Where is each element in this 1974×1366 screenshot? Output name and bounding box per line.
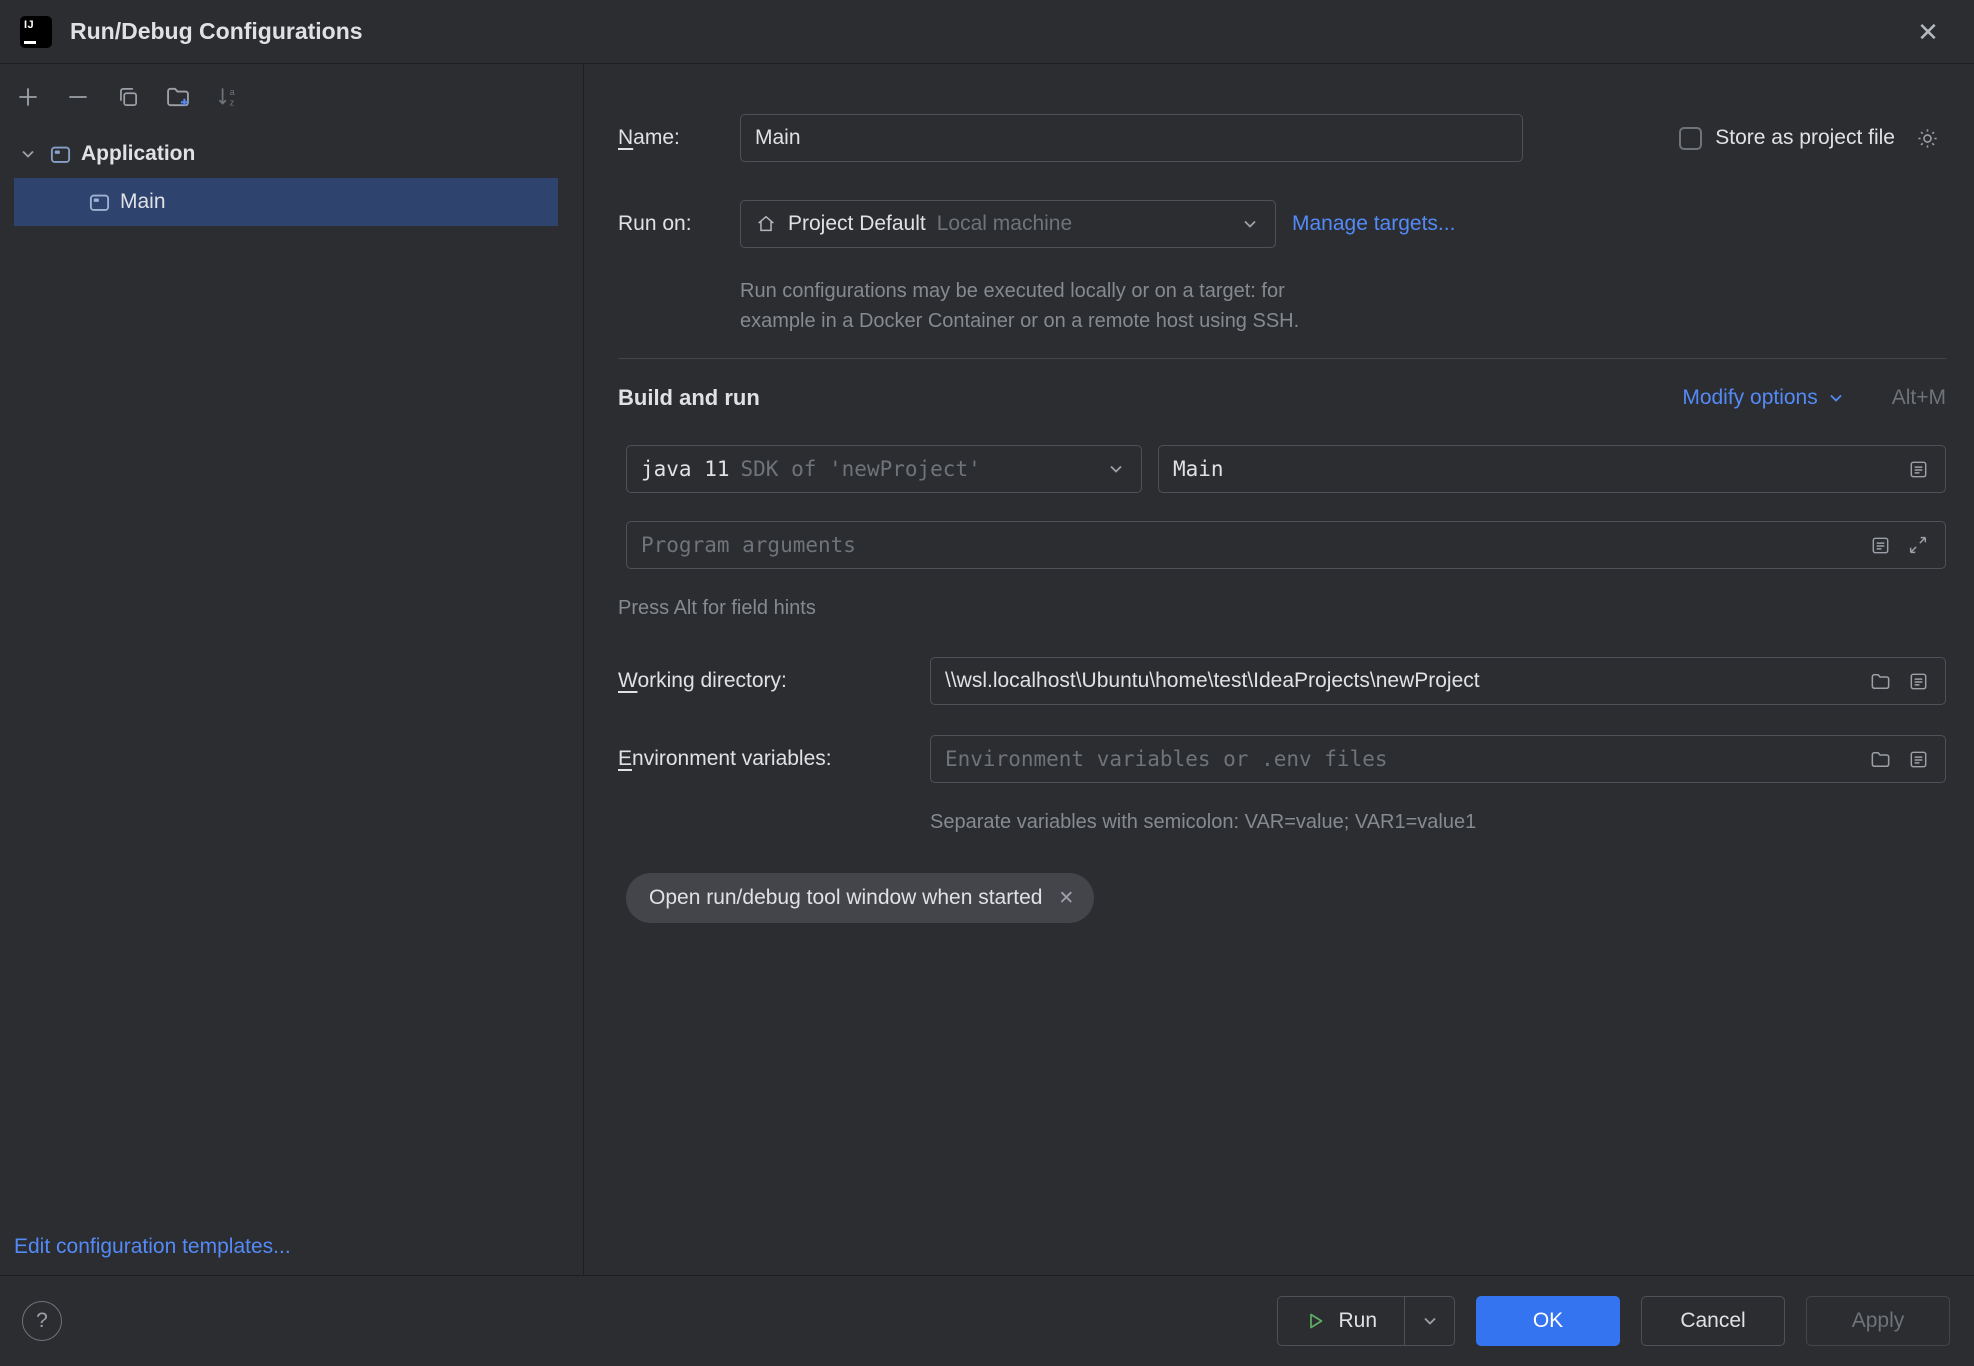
footer-buttons: Run OK Cancel Apply [1277, 1296, 1950, 1346]
working-directory-field [930, 657, 1946, 705]
config-form: Name: Store as project file [584, 64, 1974, 1275]
main-class-field [1158, 445, 1946, 493]
run-debug-configurations-dialog: IJ Run/Debug Configurations ✕ [0, 0, 1974, 1366]
program-arguments-field [626, 521, 1946, 569]
run-on-help: Run configurations may be executed local… [740, 276, 1946, 336]
chevron-down-icon [1239, 213, 1261, 235]
store-settings-gear-icon[interactable] [1908, 119, 1946, 157]
sidebar-toolbar: a z [0, 64, 583, 130]
modify-options-label: Modify options [1682, 386, 1817, 410]
dialog-title: Run/Debug Configurations [70, 18, 363, 45]
working-directory-row: Working directory: [618, 657, 1946, 705]
add-configuration-button[interactable] [6, 77, 50, 117]
environment-variables-row: Environment variables: [618, 735, 1946, 783]
expand-field-icon[interactable] [1899, 740, 1937, 778]
expand-field-icon[interactable] [1861, 526, 1899, 564]
build-and-run-header: Build and run Modify options Alt+M [618, 385, 1946, 411]
modify-options-link[interactable]: Modify options [1682, 386, 1845, 410]
open-tool-window-option-pill[interactable]: Open run/debug tool window when started … [626, 873, 1094, 923]
manage-targets-link[interactable]: Manage targets... [1292, 212, 1455, 236]
run-button[interactable]: Run [1278, 1297, 1404, 1345]
new-folder-icon [164, 83, 192, 111]
expand-field-icon[interactable] [1899, 450, 1937, 488]
run-on-help-line2: example in a Docker Container or on a re… [740, 306, 1946, 336]
play-icon [1305, 1310, 1327, 1332]
help-icon[interactable]: ? [22, 1301, 62, 1341]
copy-configuration-button[interactable] [106, 77, 150, 117]
application-icon [88, 191, 111, 214]
tree-item-label: Main [120, 190, 166, 214]
run-button-label: Run [1338, 1309, 1377, 1333]
minus-icon [65, 84, 91, 110]
new-folder-button[interactable] [156, 77, 200, 117]
name-input[interactable] [741, 115, 1522, 161]
home-icon [755, 213, 777, 235]
run-options-chevron[interactable] [1404, 1297, 1454, 1345]
expand-dialog-icon[interactable] [1899, 526, 1937, 564]
environment-variables-help: Separate variables with semicolon: VAR=v… [930, 807, 1946, 837]
plus-icon [15, 84, 41, 110]
main-class-input[interactable] [1159, 446, 1899, 492]
sdk-row: java 11 SDK of 'newProject' [626, 445, 1946, 493]
name-field [740, 114, 1523, 162]
run-on-machine: Local machine [937, 212, 1072, 236]
remove-option-icon[interactable]: ✕ [1058, 889, 1074, 908]
build-fields: java 11 SDK of 'newProject' [626, 445, 1946, 569]
pill-label: Open run/debug tool window when started [649, 886, 1042, 910]
run-on-label: Run on: [618, 212, 740, 236]
svg-text:z: z [230, 98, 235, 108]
tree-group-application[interactable]: Application [0, 130, 583, 178]
chevron-down-icon [1105, 458, 1127, 480]
apply-button[interactable]: Apply [1806, 1296, 1950, 1346]
store-as-project-file-label: Store as project file [1715, 126, 1895, 150]
intellij-logo-icon: IJ [20, 16, 52, 48]
name-row: Name: Store as project file [618, 114, 1946, 162]
run-on-select[interactable]: Project Default Local machine [740, 200, 1276, 248]
browse-folder-icon[interactable] [1861, 740, 1899, 778]
configurations-sidebar: a z Application [0, 64, 584, 1275]
titlebar: IJ Run/Debug Configurations ✕ [0, 0, 1974, 64]
close-icon[interactable]: ✕ [1908, 12, 1948, 52]
dialog-footer: ? Run OK Cancel Apply [0, 1275, 1974, 1366]
press-alt-hint: Press Alt for field hints [618, 593, 1946, 623]
store-as-project-file-group: Store as project file [1679, 119, 1946, 157]
expand-field-icon[interactable] [1899, 662, 1937, 700]
chevron-down-icon [1419, 1310, 1441, 1332]
sdk-suffix: SDK of 'newProject' [741, 457, 981, 481]
environment-variables-input[interactable] [931, 736, 1861, 782]
run-on-help-line1: Run configurations may be executed local… [740, 276, 1946, 306]
chevron-down-icon [1826, 388, 1846, 408]
name-label: Name: [618, 126, 740, 150]
svg-text:a: a [230, 87, 236, 97]
cancel-button[interactable]: Cancel [1641, 1296, 1785, 1346]
working-directory-label: Working directory: [618, 669, 930, 693]
edit-configuration-templates-link[interactable]: Edit configuration templates... [14, 1235, 291, 1259]
sdk-value: java 11 [641, 457, 730, 481]
remove-configuration-button[interactable] [56, 77, 100, 117]
chevron-down-icon[interactable] [16, 144, 40, 164]
intellij-logo-glyph: IJ [24, 19, 34, 31]
working-directory-input[interactable] [931, 658, 1861, 704]
jre-sdk-select[interactable]: java 11 SDK of 'newProject' [626, 445, 1142, 493]
program-arguments-input[interactable] [627, 522, 1861, 568]
ok-button[interactable]: OK [1476, 1296, 1620, 1346]
modify-options-shortcut: Alt+M [1892, 386, 1946, 410]
build-and-run-title: Build and run [618, 385, 760, 411]
browse-folder-icon[interactable] [1861, 662, 1899, 700]
section-divider [618, 358, 1946, 359]
run-on-row: Run on: Project Default Local machine Ma… [618, 200, 1946, 248]
sort-configurations-button[interactable]: a z [206, 77, 250, 117]
tree-group-label: Application [81, 142, 195, 166]
application-icon [49, 143, 72, 166]
configurations-tree: Application Main [0, 130, 583, 226]
environment-variables-label: Environment variables: [618, 747, 930, 771]
run-on-value: Project Default [788, 212, 926, 236]
tree-item-main[interactable]: Main [14, 178, 558, 226]
sort-az-icon: a z [215, 84, 241, 110]
run-split-button: Run [1277, 1296, 1455, 1346]
environment-variables-field [930, 735, 1946, 783]
store-as-project-file-checkbox[interactable] [1679, 127, 1702, 150]
copy-icon [115, 84, 141, 110]
